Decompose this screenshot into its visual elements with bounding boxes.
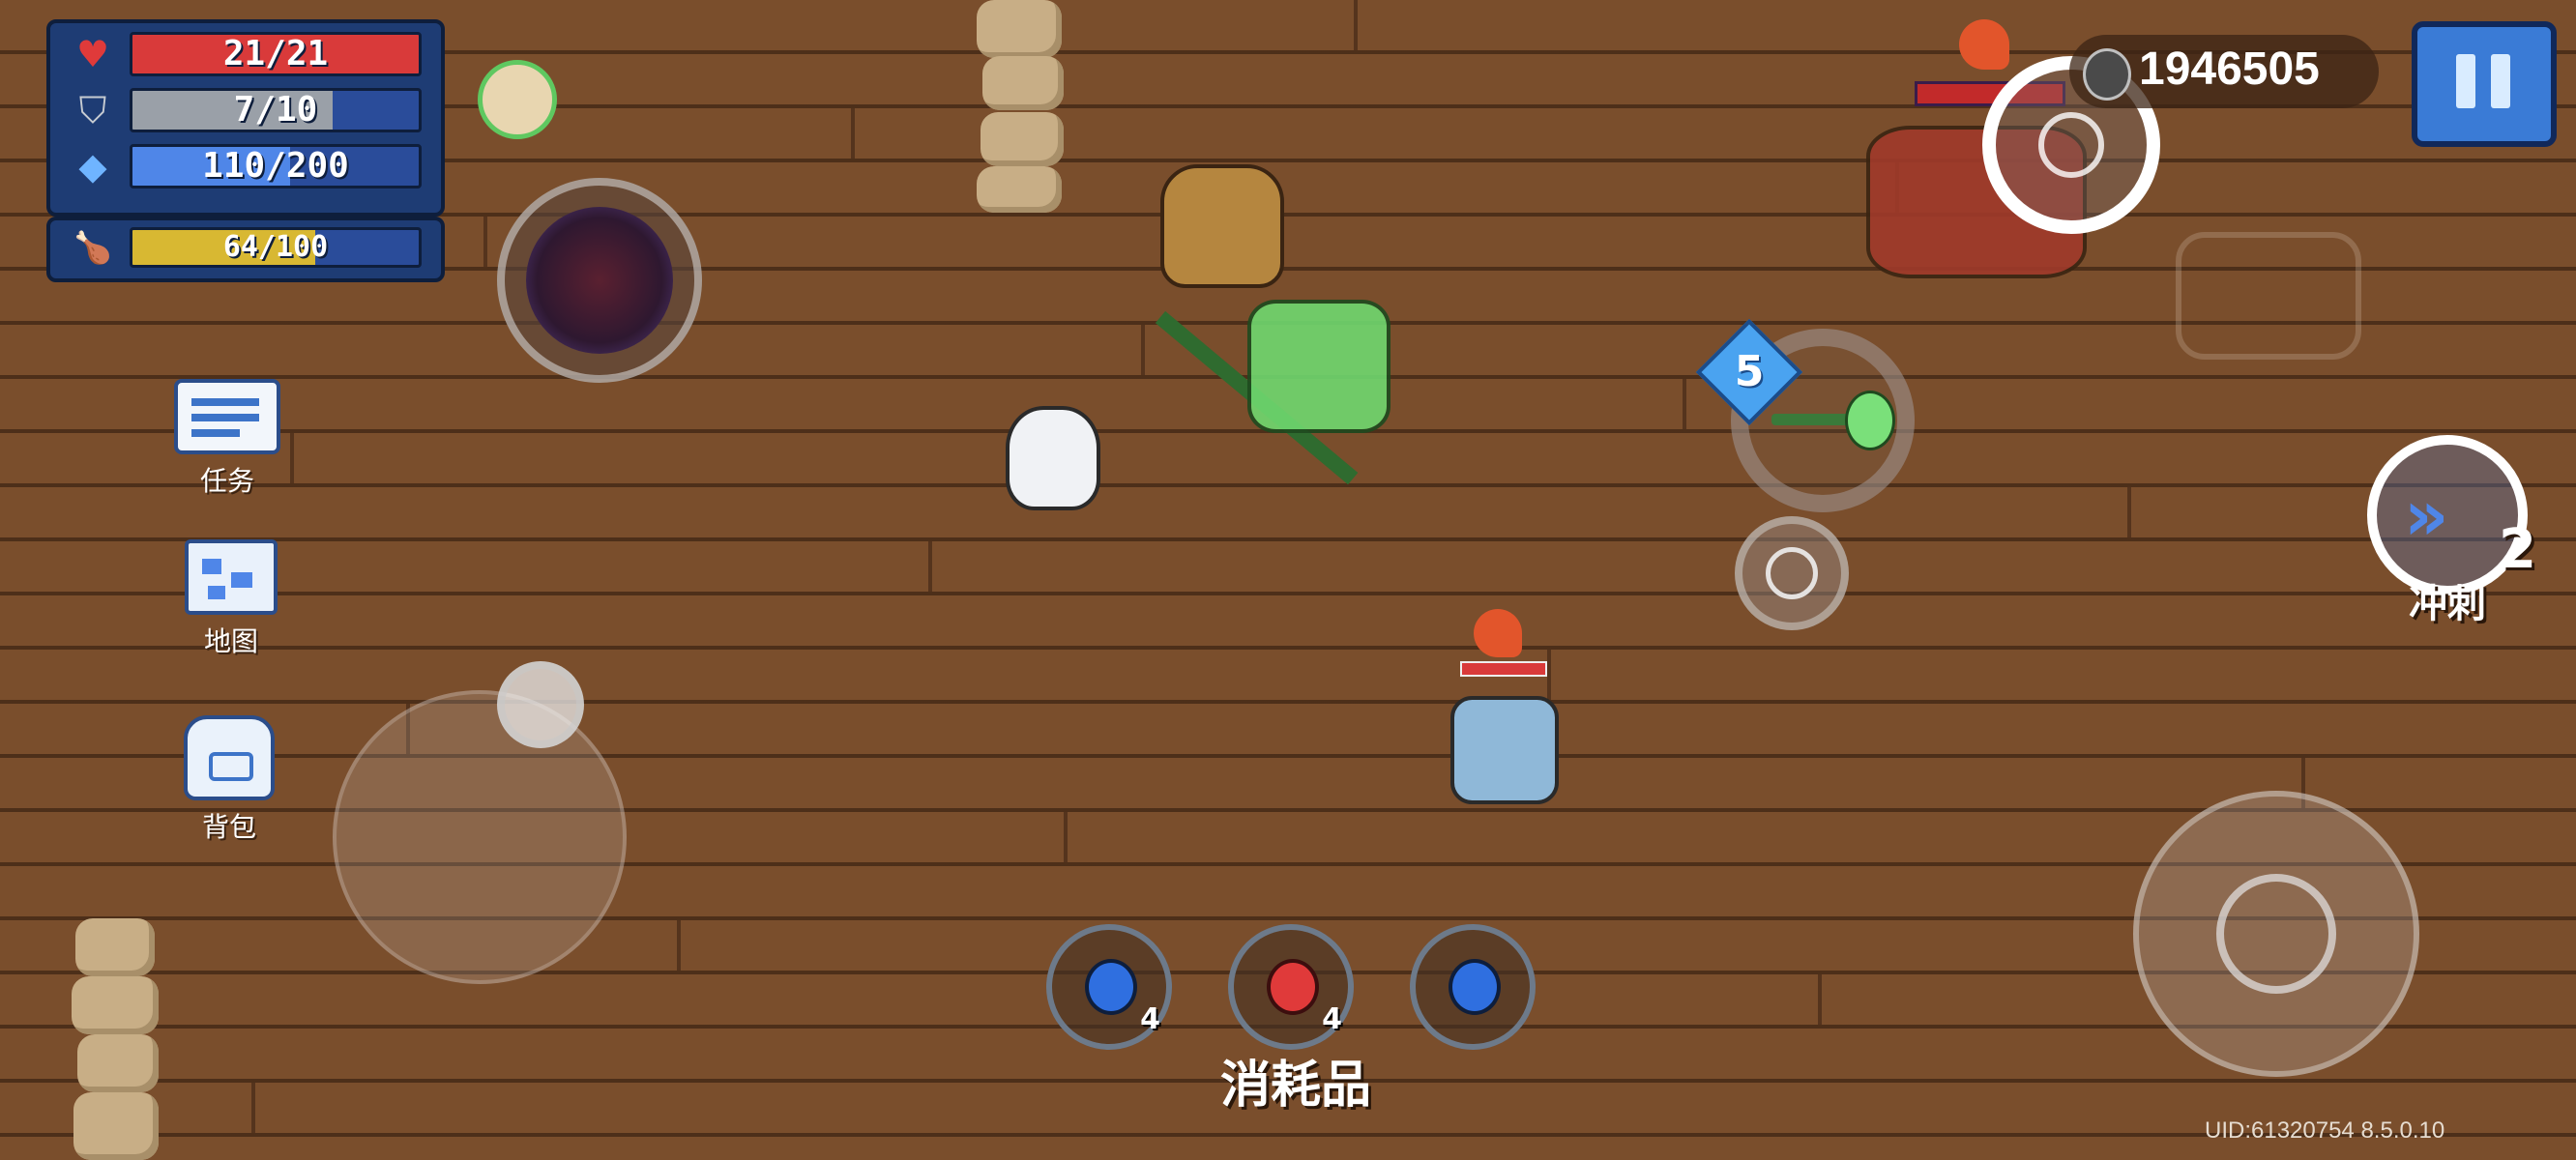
skill-button[interactable]	[497, 178, 702, 383]
task-board-icon	[174, 379, 280, 454]
knight-enemy-sprite	[1160, 164, 1284, 288]
joystick-knob[interactable]	[497, 661, 584, 748]
armor-row: ⛉ 7/10	[70, 88, 427, 132]
demon-mask-icon	[526, 207, 673, 354]
buff-mushroom-icon	[478, 60, 557, 139]
snowman-pet-sprite	[1006, 406, 1100, 510]
rock-pillar	[77, 1034, 159, 1092]
dash-charges: 2	[2499, 518, 2536, 581]
armor-text: 7/10	[233, 90, 318, 130]
coin-value: 1946505	[2139, 44, 2320, 95]
shield-icon: ⛉	[78, 88, 107, 131]
rock-pillar	[981, 112, 1064, 166]
ammo-badge-value: 5	[1734, 347, 1765, 396]
coin-counter: 1946505	[2069, 35, 2379, 108]
backpack-label: 背包	[201, 811, 256, 843]
uid-version-text: UID:61320754 8.5.0.10	[2205, 1117, 2445, 1144]
tasks-label: 任务	[199, 465, 254, 497]
weapon-head-icon	[1845, 391, 1895, 450]
movement-joystick[interactable]	[333, 690, 627, 984]
card-thrower-enemy-sprite	[1450, 696, 1559, 804]
energy-bar: 110/200	[130, 144, 422, 188]
attack-button[interactable]	[2133, 791, 2419, 1077]
floor-graffiti	[2176, 232, 2361, 360]
burning-status-icon	[1959, 19, 2009, 70]
map-button[interactable]: 地图	[178, 539, 284, 659]
stamina-bar: 64/100	[130, 227, 422, 268]
stamina-panel: 🍗 64/100	[46, 217, 445, 282]
coin-icon	[2083, 48, 2131, 101]
consumable-slot-1[interactable]: 4	[1046, 924, 1172, 1050]
health-bar: 21/21	[130, 32, 422, 76]
dash-chevron-icon: »	[2404, 475, 2449, 556]
rock-pillar	[977, 166, 1062, 213]
stamina-text: 64/100	[222, 230, 329, 264]
rock-pillar	[75, 918, 155, 976]
consumable-slot-3[interactable]	[1410, 924, 1536, 1050]
backpack-icon	[184, 715, 275, 800]
blue-potion-icon	[1449, 959, 1501, 1015]
blue-potion-icon	[1085, 959, 1137, 1015]
map-icon	[185, 539, 278, 615]
player-character-sprite	[1247, 300, 1390, 433]
health-text: 21/21	[222, 34, 329, 73]
rock-pillar	[73, 1092, 159, 1160]
consumables-label: 消耗品	[1219, 1057, 1371, 1115]
heart-icon: ♥	[75, 33, 110, 75]
energy-text: 110/200	[202, 146, 349, 186]
consumable-slot-2[interactable]: 4	[1228, 924, 1354, 1050]
health-row: ♥ 21/21	[70, 32, 427, 76]
pause-icon-bar	[2491, 54, 2510, 108]
stamina-drumstick-icon: 🍗	[73, 229, 112, 266]
tasks-button[interactable]: 任务	[174, 379, 280, 499]
crosshair-icon	[2038, 112, 2104, 178]
energy-row: ◆ 110/200	[70, 144, 427, 188]
burning-status-icon	[1474, 609, 1522, 657]
rock-pillar	[982, 56, 1064, 110]
map-label: 地图	[203, 625, 258, 657]
consumable-count: 4	[1140, 1002, 1160, 1036]
rock-pillar	[72, 976, 159, 1034]
pause-icon	[2456, 54, 2475, 108]
backpack-button[interactable]: 背包	[176, 715, 282, 845]
enemy-health-bar	[1460, 661, 1547, 677]
red-potion-icon	[1267, 959, 1319, 1015]
consumable-count: 4	[1322, 1002, 1342, 1036]
smiley-icon	[1766, 547, 1818, 599]
stats-panel: ♥ 21/21 ⛉ 7/10 ◆ 110/200	[46, 19, 445, 217]
rock-pillar	[977, 0, 1062, 58]
armor-bar: 7/10	[130, 88, 422, 132]
dash-label: 冲刺	[2409, 582, 2486, 626]
pause-button[interactable]	[2412, 21, 2557, 147]
attack-crosshair-icon	[2216, 874, 2336, 994]
emote-button[interactable]	[1735, 516, 1849, 630]
energy-gem-icon: ◆	[78, 145, 107, 188]
